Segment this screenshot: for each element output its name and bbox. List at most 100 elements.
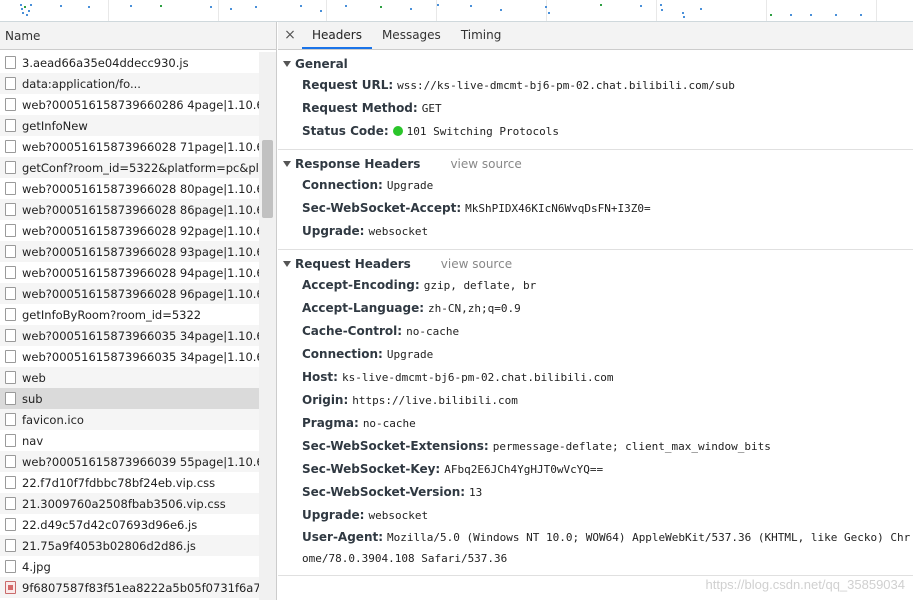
request-row[interactable]: web?00051615873966028 94page|1.10.6|3104: [0, 262, 259, 283]
header-value: websocket: [368, 509, 429, 522]
general-section-header[interactable]: General: [278, 54, 913, 74]
file-icon: [5, 371, 16, 384]
request-name: 21.3009760a2508fbab3506.vip.css: [22, 496, 226, 511]
tab-messages[interactable]: Messages: [372, 22, 451, 49]
request-row[interactable]: getInfoNew: [0, 115, 259, 136]
header-value: https://live.bilibili.com: [352, 394, 518, 407]
request-name: web?00051615873966028 71page|1.10.6|342|: [22, 139, 259, 154]
request-row[interactable]: 22.d49c57d42c07693d96e6.js: [0, 514, 259, 535]
request-row[interactable]: favicon.ico: [0, 409, 259, 430]
request-name: web?00051615873966028 92page|1.10.6|3103: [22, 223, 259, 238]
header-row: Sec-WebSocket-Key: AFbq2E6JCh4YgHJT0wVcYQ…: [278, 458, 913, 481]
header-value: 13: [469, 486, 483, 499]
header-value: no-cache: [362, 417, 416, 430]
request-row[interactable]: 22.f7d10f7fdbbc78bf24eb.vip.css: [0, 472, 259, 493]
response-headers-header[interactable]: Response Headers view source: [278, 154, 913, 174]
request-view-source-link[interactable]: view source: [441, 254, 512, 274]
header-key: Request Method:: [302, 101, 418, 115]
request-list: 3.aead66a35e04ddecc930.js data:applicatio…: [0, 52, 259, 600]
timeline-request-mark: [700, 8, 702, 10]
request-headers-rows: Accept-Encoding: gzip, deflate, br Accept-…: [278, 274, 913, 569]
header-value: 101 Switching Protocols: [406, 125, 559, 138]
request-row[interactable]: web?00051615873966028 86page|1.10.6|3102: [0, 199, 259, 220]
timeline-request-mark: [437, 4, 439, 6]
response-headers-rows: Connection: Upgrade Sec-WebSocket-Accept: M…: [278, 174, 913, 243]
file-icon: [5, 539, 16, 552]
request-row[interactable]: web?00051615873966028 93page|1.10.6|3105: [0, 241, 259, 262]
header-key: Origin:: [302, 393, 349, 407]
timeline-request-mark: [661, 9, 663, 11]
header-key: User-Agent:: [302, 530, 384, 544]
request-name: web?00051615873966028 80page|1.10.6|300|: [22, 181, 259, 196]
header-key: Sec-WebSocket-Extensions:: [302, 439, 489, 453]
timeline-request-mark: [24, 6, 26, 8]
request-row[interactable]: 21.3009760a2508fbab3506.vip.css: [0, 493, 259, 514]
file-icon: [5, 140, 16, 153]
request-row[interactable]: sub: [0, 388, 259, 409]
request-name: web?00051615873966035 34page|1.10.6|340|: [22, 349, 259, 364]
request-name: 22.f7d10f7fdbbc78bf24eb.vip.css: [22, 475, 216, 490]
request-row[interactable]: 3.aead66a35e04ddecc930.js: [0, 52, 259, 73]
request-headers-section: Request Headers view source Accept-Encod…: [278, 250, 913, 576]
header-value: no-cache: [406, 325, 460, 338]
request-name: web?00051615873966039 55page|1.10.6|201|: [22, 454, 259, 469]
header-key: Sec-WebSocket-Key:: [302, 462, 441, 476]
timeline-request-mark: [30, 4, 32, 6]
general-section: General Request URL: wss://ks-live-dmcmt-…: [278, 50, 913, 150]
request-row[interactable]: 4.jpg: [0, 556, 259, 577]
header-value: AFbq2E6JCh4YgHJT0wVcYQ==: [444, 463, 604, 476]
timeline-request-mark: [470, 5, 472, 7]
request-row[interactable]: web?00051615873966039 55page|1.10.6|201|: [0, 451, 259, 472]
timeline-request-mark: [230, 8, 232, 10]
timeline-request-mark: [130, 5, 132, 7]
request-row[interactable]: getConf?room_id=5322&platform=pc&player: [0, 157, 259, 178]
network-timeline-overview[interactable]: [0, 0, 913, 22]
timeline-request-mark: [548, 12, 550, 14]
close-details-icon[interactable]: ×: [278, 22, 302, 49]
request-row[interactable]: web?00051615873966028 96page|1.10.6|343|: [0, 283, 259, 304]
tab-headers[interactable]: Headers: [302, 22, 372, 49]
header-value: GET: [421, 102, 442, 115]
file-icon: [5, 77, 16, 90]
timeline-request-mark: [210, 6, 212, 8]
request-row[interactable]: web?00051615873966028 92page|1.10.6|3103: [0, 220, 259, 241]
header-key: Connection:: [302, 178, 383, 192]
timeline-request-mark: [300, 5, 302, 7]
request-name: 4.jpg: [22, 559, 51, 574]
file-icon: [5, 497, 16, 510]
response-headers-title: Response Headers: [295, 157, 421, 171]
request-name: web?00051615873966028 94page|1.10.6|3104: [22, 265, 259, 280]
request-name: web?00051615873966028 96page|1.10.6|343|: [22, 286, 259, 301]
scrollbar-thumb[interactable]: [262, 140, 273, 218]
tab-timing[interactable]: Timing: [451, 22, 512, 49]
timeline-request-mark: [410, 8, 412, 10]
request-row[interactable]: getInfoByRoom?room_id=5322: [0, 304, 259, 325]
file-icon: [5, 413, 16, 426]
response-view-source-link[interactable]: view source: [450, 154, 521, 174]
request-row[interactable]: web?00051615873966028 80page|1.10.6|300|: [0, 178, 259, 199]
request-row[interactable]: 9f6807587f83f51ea8222a5b05f0731f6a72acb: [0, 577, 259, 598]
file-icon: [5, 434, 16, 447]
header-value: Upgrade: [386, 348, 434, 361]
request-row[interactable]: web?000516158739660286 4page|1.10.6|401|: [0, 94, 259, 115]
file-icon: [5, 392, 16, 405]
request-name: web?00051615873966028 86page|1.10.6|3102: [22, 202, 259, 217]
request-row[interactable]: web?00051615873966035 34page|1.10.6|340|: [0, 346, 259, 367]
request-row[interactable]: web: [0, 367, 259, 388]
request-row[interactable]: 21.75a9f4053b02806d2d86.js: [0, 535, 259, 556]
request-row[interactable]: nav: [0, 430, 259, 451]
timeline-request-mark: [345, 5, 347, 7]
request-row[interactable]: web?00051615873966028 71page|1.10.6|342|: [0, 136, 259, 157]
request-row[interactable]: data:application/fo...: [0, 73, 259, 94]
request-name: web?00051615873966028 93page|1.10.6|3105: [22, 244, 259, 259]
name-column-header[interactable]: Name: [0, 22, 276, 50]
timeline-request-mark: [810, 14, 812, 16]
header-value: MkShPIDX46KIcN6WvqDsFN+I3Z0=: [465, 202, 651, 215]
status-ok-icon: [392, 126, 403, 136]
request-headers-header[interactable]: Request Headers view source: [278, 254, 913, 274]
header-row: Upgrade: websocket: [278, 220, 913, 243]
request-row[interactable]: web?00051615873966035 34page|1.10.6|351|: [0, 325, 259, 346]
timeline-request-mark: [860, 14, 862, 16]
request-list-scrollbar[interactable]: [259, 52, 276, 600]
timeline-gridline: [876, 0, 877, 21]
